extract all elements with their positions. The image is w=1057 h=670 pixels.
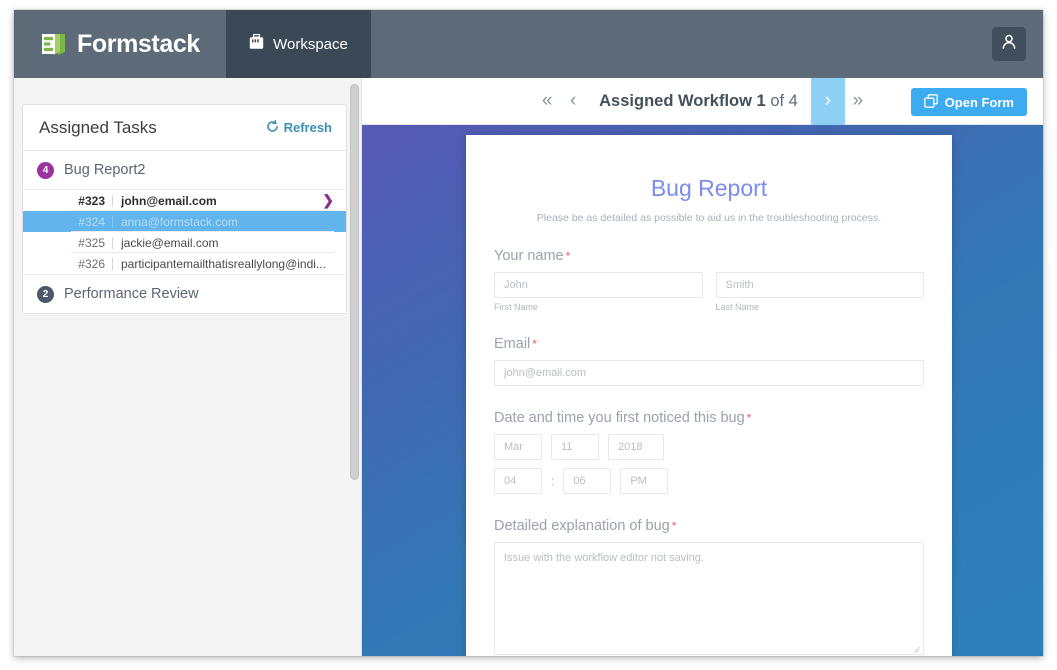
- sidebar: Assigned Tasks Refresh 4 Bug Report2 #32…: [14, 78, 362, 656]
- status-badge: 2: [37, 285, 54, 303]
- workflow-label-prefix: Assigned Workflow: [599, 91, 752, 110]
- workflow-nav-bar: « ‹ Assigned Workflow 1 of 4 › » Open Fo…: [362, 77, 1043, 125]
- field-explanation: Detailed explanation of bug * Issue with …: [494, 518, 924, 655]
- required-marker: *: [565, 249, 571, 263]
- workflow-current-page: 1: [756, 91, 766, 110]
- required-marker: *: [746, 411, 752, 425]
- open-form-button[interactable]: Open Form: [910, 88, 1027, 116]
- app-window: Formstack Workspace Assigned Tasks Refre…: [14, 10, 1043, 656]
- first-page-button[interactable]: «: [534, 78, 560, 125]
- task-email: participantemailthatisreallylong@indi...: [121, 256, 326, 271]
- name-input-row: John Smith: [494, 272, 924, 298]
- required-marker: *: [532, 337, 537, 351]
- main-panel: « ‹ Assigned Workflow 1 of 4 › » Open Fo…: [362, 77, 1043, 656]
- tab-workspace-label: Workspace: [273, 35, 348, 53]
- meridiem-field[interactable]: PM: [620, 468, 669, 494]
- list-item[interactable]: #325 jackie@email.com: [23, 232, 346, 253]
- form-sheet: Bug Report Please be as detailed as poss…: [466, 135, 952, 656]
- time-separator: :: [551, 474, 555, 488]
- field-label: Detailed explanation of bug *: [494, 518, 924, 534]
- field-label: Date and time you first noticed this bug…: [494, 410, 924, 426]
- assigned-tasks-header: Assigned Tasks Refresh: [23, 105, 346, 151]
- task-id: #323: [78, 193, 105, 208]
- form-title: Bug Report: [650, 175, 768, 201]
- list-item[interactable]: #323 john@email.com ❯: [23, 190, 346, 211]
- field-datetime: Date and time you first noticed this bug…: [494, 410, 924, 494]
- divider: [112, 257, 113, 270]
- task-email: jackie@email.com: [121, 235, 219, 250]
- refresh-label: Refresh: [283, 120, 332, 135]
- task-email: john@email.com: [121, 193, 217, 208]
- brand: Formstack: [14, 10, 226, 78]
- year-field[interactable]: 2018: [608, 434, 664, 460]
- form-preview-canvas: Bug Report Please be as detailed as poss…: [362, 125, 1043, 656]
- field-label: Email *: [494, 336, 924, 352]
- task-list: #323 john@email.com ❯ #324 anna@formstac…: [23, 190, 346, 274]
- divider: [112, 194, 113, 207]
- task-group-bug-report2[interactable]: 4 Bug Report2: [23, 151, 346, 190]
- form-subtitle: Please be as detailed as possible to aid…: [536, 212, 882, 224]
- briefcase-icon: [249, 33, 264, 55]
- resize-handle[interactable]: [913, 644, 921, 652]
- top-bar: Formstack Workspace: [14, 10, 1043, 78]
- last-name-field[interactable]: Smith: [715, 272, 924, 298]
- explanation-value: Issue with the workflow editor not savin…: [504, 552, 704, 564]
- divider: [112, 236, 113, 249]
- refresh-button[interactable]: Refresh: [266, 119, 332, 136]
- task-email: anna@formstack.com: [121, 214, 238, 229]
- copy-windows-icon: [923, 93, 938, 111]
- field-your-name: Your name * John Smith First Name Last Na…: [494, 248, 924, 312]
- date-input-row: Mar 11 2018: [494, 434, 924, 460]
- field-label-text: Your name: [494, 248, 564, 264]
- required-marker: *: [671, 519, 677, 533]
- workflow-of-text: of: [770, 91, 785, 110]
- name-sublabel-row: First Name Last Name: [494, 302, 924, 312]
- divider: [71, 273, 334, 274]
- field-email: Email * john@email.com: [494, 336, 924, 386]
- time-input-row: 04 : 06 PM: [494, 468, 924, 494]
- brand-name: Formstack: [77, 29, 200, 58]
- chevron-right-icon[interactable]: ❯: [322, 192, 334, 209]
- workflow-label: Assigned Workflow 1 of 4: [586, 92, 811, 111]
- day-field[interactable]: 11: [551, 434, 599, 460]
- open-form-label: Open Form: [944, 94, 1014, 110]
- explanation-textarea[interactable]: Issue with the workflow editor not savin…: [494, 542, 924, 655]
- workflow-total-pages: 4: [788, 91, 798, 110]
- last-name-sublabel: Last Name: [715, 302, 760, 312]
- task-id: #326: [78, 256, 105, 271]
- status-badge: 4: [37, 161, 54, 179]
- list-item[interactable]: #324 anna@formstack.com: [23, 211, 346, 232]
- month-field[interactable]: Mar: [494, 434, 542, 460]
- field-label-text: Email: [494, 336, 531, 352]
- avatar[interactable]: [992, 27, 1026, 61]
- task-group-performance-review[interactable]: 2 Performance Review: [23, 274, 346, 313]
- email-field[interactable]: john@email.com: [494, 360, 924, 386]
- task-group-label: Bug Report2: [64, 162, 146, 178]
- page-title: Assigned Tasks: [39, 117, 157, 137]
- tab-workspace[interactable]: Workspace: [226, 10, 371, 78]
- person-icon: [1000, 33, 1018, 56]
- refresh-icon: [266, 119, 279, 136]
- first-name-sublabel: First Name: [494, 302, 539, 312]
- divider: [112, 215, 113, 228]
- formstack-logo-icon: [41, 32, 67, 57]
- work-area: Assigned Tasks Refresh 4 Bug Report2 #32…: [14, 77, 1043, 656]
- task-id: #325: [78, 235, 105, 250]
- field-label-text: Date and time you first noticed this bug: [494, 410, 745, 426]
- next-page-button[interactable]: ›: [810, 77, 845, 125]
- first-name-field[interactable]: John: [494, 272, 703, 298]
- task-id: #324: [78, 214, 105, 229]
- hour-field[interactable]: 04: [494, 468, 542, 494]
- field-label-text: Detailed explanation of bug: [494, 518, 670, 534]
- sidebar-scrollbar[interactable]: [350, 84, 359, 480]
- last-page-button[interactable]: »: [845, 78, 871, 125]
- prev-page-button[interactable]: ‹: [560, 78, 586, 125]
- email-input-row: john@email.com: [494, 360, 924, 386]
- minute-field[interactable]: 06: [563, 468, 612, 494]
- list-item[interactable]: #326 participantemailthatisreallylong@in…: [23, 253, 346, 274]
- task-group-label: Performance Review: [64, 286, 199, 302]
- field-label: Your name *: [494, 248, 924, 264]
- assigned-tasks-card: Assigned Tasks Refresh 4 Bug Report2 #32…: [22, 104, 347, 314]
